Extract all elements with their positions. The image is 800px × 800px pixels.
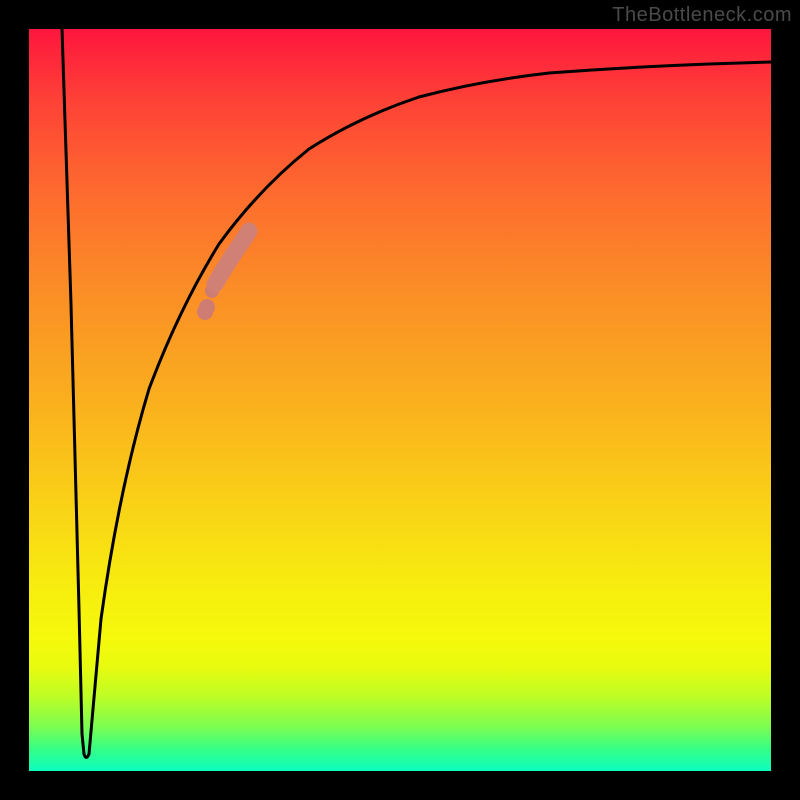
chart-container: TheBottleneck.com xyxy=(0,0,800,800)
curve-left-branch xyxy=(62,29,84,754)
curve-layer xyxy=(29,29,771,771)
curve-right-branch xyxy=(89,62,771,754)
highlight-segment xyxy=(197,231,249,320)
watermark-text: TheBottleneck.com xyxy=(612,4,792,27)
plot-area xyxy=(29,29,771,771)
